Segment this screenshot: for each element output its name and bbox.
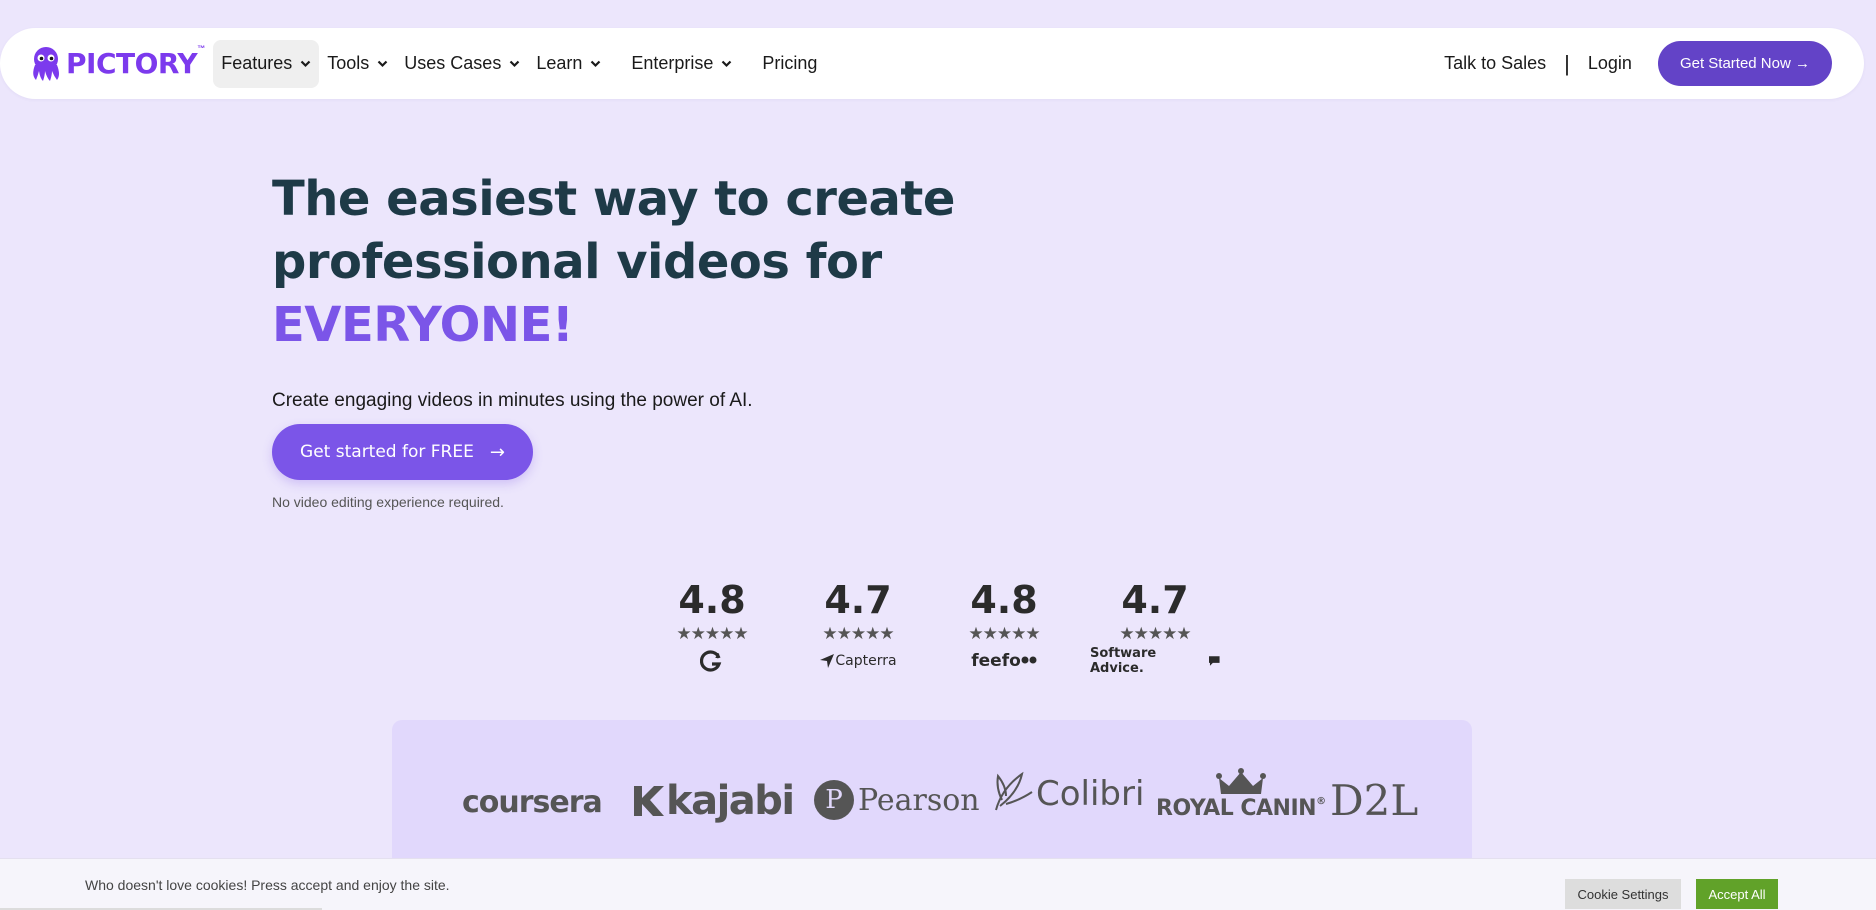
chevron-down-icon [722,60,732,67]
chevron-down-icon [591,60,601,67]
coursera-logo: coursera [462,785,603,820]
get-started-now-button[interactable]: Get Started Now → [1657,41,1832,86]
nav-separator: | [1564,50,1570,76]
nav-item-features[interactable]: Features [213,39,320,88]
rating-stars: ★★★★★ [676,624,748,643]
hero-cta-label: Get started for FREE [300,442,474,462]
kajabi-k-icon [634,786,664,816]
login-link[interactable]: Login [1588,53,1632,74]
nav-item-learn[interactable]: Learn [528,40,609,88]
crown-icon [1215,768,1266,794]
software-advice-icon [1209,656,1220,666]
octopus-icon [33,46,59,81]
royal-canin-label: ROYAL CANIN® [1156,796,1326,821]
capterra-label: Capterra [835,653,897,669]
rating-stars: ★★★★★ [968,624,1040,643]
accept-all-button[interactable]: Accept All [1696,879,1778,909]
nav-item-enterprise[interactable]: Enterprise [623,40,740,88]
arrow-right-icon: → [489,441,505,463]
feefo-label: feefo [971,651,1021,671]
brand-name: PICTORY [66,47,198,80]
g2-icon: 2 [700,648,724,674]
hero-title: The easiest way to create professional v… [272,168,972,357]
nav-item-use-cases[interactable]: Uses Cases [396,40,528,88]
kajabi-label: kajabi [666,778,795,824]
rating-value: 4.8 [678,578,746,622]
svg-text:2: 2 [715,652,720,660]
nav-item-label: Enterprise [631,53,714,73]
ratings-row: 4.8 ★★★★★ 2 4.7 ★★★★★ Capterra 4.8 ★★★★★… [660,578,1220,676]
chevron-down-icon [300,60,311,67]
software-advice-label: Software Advice. [1090,646,1157,676]
rating-software-advice: 4.7 ★★★★★ Software Advice. [1090,578,1220,676]
rating-value: 4.8 [970,578,1038,622]
nav-item-label: Pricing [762,53,818,73]
pearson-label: Pearson [858,782,980,818]
nav-item-label: Uses Cases [404,53,502,73]
leaf-icon [995,771,1033,811]
rating-feefo: 4.8 ★★★★★ feefo [952,578,1056,674]
pearson-icon: P [814,780,854,820]
software-advice-logo: Software Advice. [1090,646,1220,676]
rating-stars: ★★★★★ [1119,624,1191,643]
get-started-free-button[interactable]: Get started for FREE → [272,424,533,480]
royal-canin-logo: ROYAL CANIN® [1156,768,1326,821]
pearson-logo: P Pearson [814,780,980,820]
feefo-icon [1021,656,1037,664]
nav-menu: Features Tools Uses Cases Learn Enterpri… [209,39,825,88]
registered-mark: ® [1316,796,1326,807]
nav-item-pricing[interactable]: Pricing [754,40,825,88]
nav-item-tools[interactable]: Tools [319,40,396,88]
royal-canin-text: ROYAL CANIN [1156,796,1317,821]
colibri-label: Colibri [1036,774,1145,814]
top-navbar: PICTORY ™ Features Tools Uses Cases Lear… [0,28,1864,99]
chevron-down-icon [378,60,388,67]
hero-title-line2: professional videos for [272,234,882,290]
cookie-message: Who doesn't love cookies! Press accept a… [85,876,450,893]
hero-subtitle: Create engaging videos in minutes using … [272,390,753,411]
rating-value: 4.7 [1121,578,1189,622]
rating-stars: ★★★★★ [822,624,894,643]
nav-item-label: Tools [327,53,370,73]
capterra-logo: Capterra [819,648,897,674]
hero-note: No video editing experience required. [272,494,504,510]
nav-item-label: Features [221,53,293,73]
colibri-logo: Colibri [992,770,1144,814]
hero-title-line1: The easiest way to create [272,171,955,227]
nav-actions: Talk to Sales | Login Get Started Now → [1444,41,1832,86]
rating-capterra: 4.7 ★★★★★ Capterra [806,578,910,674]
hero-title-accent: EVERYONE! [272,297,574,353]
cookie-settings-button[interactable]: Cookie Settings [1565,879,1681,909]
d2l-logo: D2L [1330,776,1419,825]
kajabi-logo: kajabi [630,778,795,824]
capterra-icon [820,654,835,668]
rating-value: 4.7 [824,578,892,622]
nav-item-label: Learn [536,53,583,73]
chevron-down-icon [510,60,520,67]
pictory-logo[interactable]: PICTORY ™ [28,40,205,88]
talk-to-sales-link[interactable]: Talk to Sales [1444,53,1546,74]
hero-section: The easiest way to create professional v… [272,168,972,357]
feefo-logo: feefo [971,648,1037,674]
rating-g2: 4.8 ★★★★★ 2 [660,578,764,674]
cookie-banner: Who doesn't love cookies! Press accept a… [0,858,1876,910]
trademark-mark: ™ [197,43,206,53]
